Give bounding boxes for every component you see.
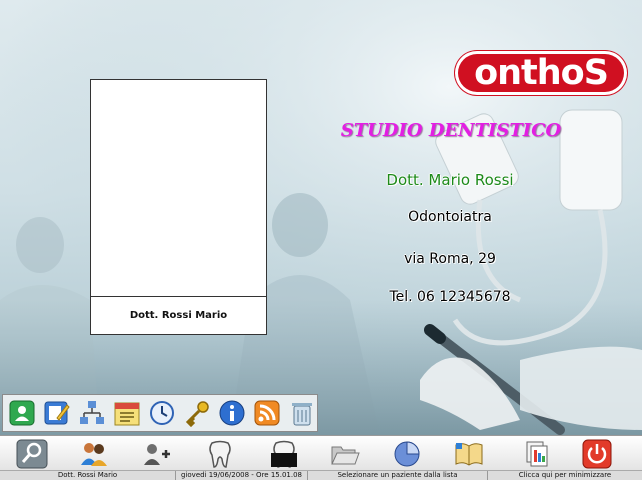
tooth-icon[interactable] [203, 438, 237, 470]
doctor-photo-caption: Dott. Rossi Mario [91, 296, 266, 334]
power-icon[interactable] [580, 438, 614, 470]
main-toolbar [0, 435, 642, 470]
key-icon[interactable] [181, 398, 212, 429]
patients-icon[interactable] [77, 438, 111, 470]
book-icon[interactable] [452, 438, 486, 470]
minimize-link[interactable]: Clicca qui per minimizzare [488, 471, 642, 480]
recycle-bin-icon[interactable] [286, 398, 317, 429]
pie-chart-icon[interactable] [390, 438, 424, 470]
doctor-photo [91, 80, 266, 296]
studio-address: via Roma, 29 [404, 251, 496, 267]
status-hint: Selezionare un paziente dalla lista [308, 471, 488, 480]
status-user: Dott. Rossi Mario [0, 471, 176, 480]
edit-document-icon[interactable] [41, 398, 72, 429]
add-patient-icon[interactable] [139, 438, 173, 470]
info-icon[interactable] [216, 398, 247, 429]
quick-toolbar [2, 394, 318, 432]
studio-title: STUDIO DENTISTICO [340, 120, 562, 141]
user-card-icon[interactable] [6, 398, 37, 429]
doctor-specialty: Odontoiatra [408, 209, 492, 225]
search-icon[interactable] [15, 438, 49, 470]
status-bar: Dott. Rossi Mario giovedi 19/06/2008 - O… [0, 470, 642, 480]
network-icon[interactable] [76, 398, 107, 429]
calendar-icon[interactable] [111, 398, 142, 429]
onthos-logo: onthoS [455, 51, 627, 95]
rss-icon[interactable] [251, 398, 282, 429]
doctor-photo-card: Dott. Rossi Mario [90, 79, 267, 335]
tooth-treatment-icon[interactable] [267, 438, 301, 470]
folder-open-icon[interactable] [328, 438, 362, 470]
status-datetime: giovedi 19/06/2008 - Ore 15.01.08 [176, 471, 308, 480]
doctor-name: Dott. Mario Rossi [386, 171, 514, 189]
documents-icon[interactable] [520, 438, 554, 470]
clock-icon[interactable] [146, 398, 177, 429]
studio-phone: Tel. 06 12345678 [389, 289, 511, 305]
